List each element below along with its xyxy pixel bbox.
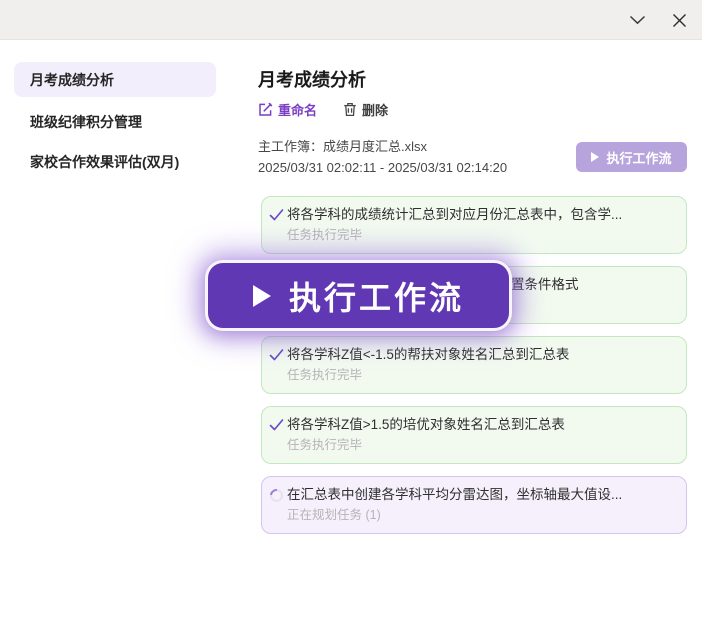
- task-card-5[interactable]: 在汇总表中创建各学科平均分雷达图，坐标轴最大值设... 正在规划任务 (1): [261, 476, 687, 534]
- sidebar-item-label: 月考成绩分析: [30, 70, 114, 90]
- spinner-icon: [268, 486, 284, 504]
- workbook-line: 主工作簿：成绩月度汇总.xlsx: [258, 136, 507, 157]
- run-workflow-button[interactable]: 执行工作流: [576, 142, 687, 172]
- task-status: 正在规划任务 (1): [287, 507, 674, 524]
- workflow-meta: 主工作簿：成绩月度汇总.xlsx 2025/03/31 02:02:11 - 2…: [258, 136, 507, 178]
- check-icon: [268, 206, 284, 224]
- task-title: 将各学科Z值>1.5的培优对象姓名汇总到汇总表: [287, 416, 674, 434]
- sidebar-item-home-school-evaluation[interactable]: 家校合作效果评估(双月): [14, 142, 216, 182]
- close-icon: [672, 13, 687, 28]
- page-title: 月考成绩分析: [258, 66, 366, 92]
- collapse-button[interactable]: [622, 0, 652, 40]
- task-list: 将各学科的成绩统计汇总到对应月份汇总表中，包含学... 任务执行完毕 置条件格式…: [261, 196, 687, 546]
- check-icon: [268, 416, 284, 434]
- task-title: 置条件格式: [511, 276, 674, 294]
- delete-button[interactable]: 删除: [343, 100, 388, 119]
- rename-label: 重命名: [278, 100, 317, 119]
- sidebar-item-label: 家校合作效果评估(双月): [30, 152, 179, 172]
- workflow-sidebar: 月考成绩分析 班级纪律积分管理 家校合作效果评估(双月): [14, 62, 216, 182]
- sidebar-item-monthly-exam-analysis[interactable]: 月考成绩分析: [14, 62, 216, 97]
- task-title: 在汇总表中创建各学科平均分雷达图，坐标轴最大值设...: [287, 486, 674, 504]
- sidebar-item-class-discipline-points[interactable]: 班级纪律积分管理: [14, 102, 216, 142]
- action-row: 重命名 删除: [258, 100, 388, 119]
- task-status: 任务执行完毕: [287, 227, 674, 244]
- check-icon: [268, 346, 284, 364]
- run-workflow-magnified-label: 执行工作流: [289, 273, 464, 319]
- task-status: 任务执行完毕: [287, 437, 674, 454]
- task-card-1[interactable]: 将各学科的成绩统计汇总到对应月份汇总表中，包含学... 任务执行完毕: [261, 196, 687, 254]
- delete-label: 删除: [362, 100, 388, 119]
- trash-icon: [343, 102, 357, 117]
- task-title: 将各学科Z值<-1.5的帮扶对象姓名汇总到汇总表: [287, 346, 674, 364]
- play-icon: [253, 285, 271, 307]
- task-card-3[interactable]: 将各学科Z值<-1.5的帮扶对象姓名汇总到汇总表 任务执行完毕: [261, 336, 687, 394]
- play-icon: [591, 152, 599, 162]
- task-status: 任务执行完毕: [287, 367, 674, 384]
- run-workflow-button-magnified[interactable]: 执行工作流: [205, 260, 512, 331]
- rename-button[interactable]: 重命名: [258, 100, 317, 119]
- time-range: 2025/03/31 02:02:11 - 2025/03/31 02:14:2…: [258, 157, 507, 178]
- edit-icon: [258, 102, 273, 117]
- chevron-down-icon: [629, 15, 646, 25]
- task-card-4[interactable]: 将各学科Z值>1.5的培优对象姓名汇总到汇总表 任务执行完毕: [261, 406, 687, 464]
- sidebar-item-label: 班级纪律积分管理: [30, 112, 142, 132]
- window-titlebar: [0, 0, 702, 40]
- close-button[interactable]: [664, 0, 694, 40]
- task-title: 将各学科的成绩统计汇总到对应月份汇总表中，包含学...: [287, 206, 674, 224]
- run-workflow-label: 执行工作流: [606, 148, 671, 167]
